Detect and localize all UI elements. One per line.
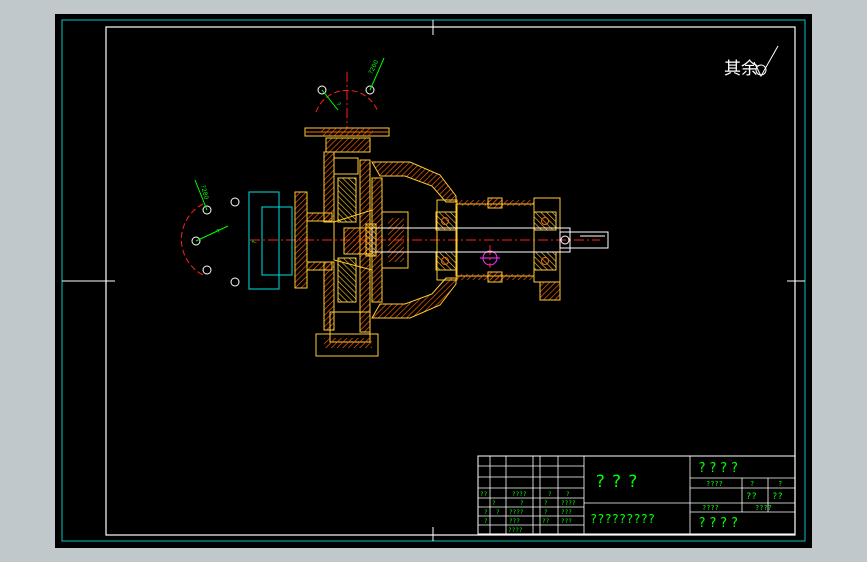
title-block-company: ???? bbox=[698, 461, 741, 476]
svg-text:????: ???? bbox=[512, 491, 527, 498]
svg-text:????: ???? bbox=[509, 509, 524, 516]
title-block-drawing-no: ????????? bbox=[590, 512, 655, 526]
title-block-mid-2: ? bbox=[750, 480, 754, 488]
svg-text:??: ?? bbox=[542, 518, 550, 525]
title-block-small-4: ???? bbox=[755, 504, 772, 512]
svg-text:????: ???? bbox=[508, 527, 523, 534]
svg-text:?: ? bbox=[566, 491, 570, 498]
roughness-text: 其余 bbox=[724, 59, 758, 79]
pump-assembly-drawing: 其余 ?200 ? ?280 ? ? ??? ???? ????????? ??… bbox=[55, 14, 812, 548]
title-block-scale: ???? bbox=[698, 516, 741, 531]
svg-text:?: ? bbox=[520, 500, 524, 507]
svg-text:????: ???? bbox=[561, 500, 576, 507]
svg-text:?: ? bbox=[484, 518, 488, 525]
title-block-small-1: ?? bbox=[746, 492, 757, 502]
title-block-mid-3: ? bbox=[778, 480, 782, 488]
svg-text:?: ? bbox=[492, 500, 496, 507]
svg-text:?: ? bbox=[544, 500, 548, 507]
title-block-small-3: ???? bbox=[702, 504, 719, 512]
svg-text:?: ? bbox=[484, 509, 488, 516]
svg-text:???: ??? bbox=[561, 509, 572, 516]
title-block-title: ??? bbox=[595, 472, 644, 492]
cad-viewport[interactable]: 其余 ?200 ? ?280 ? ? ??? ???? ????????? ??… bbox=[0, 0, 867, 562]
title-block-small-2: ?? bbox=[772, 492, 783, 502]
title-block-mid-1: ???? bbox=[706, 480, 723, 488]
svg-text:??: ?? bbox=[480, 491, 488, 498]
svg-text:???: ??? bbox=[561, 518, 572, 525]
svg-text:?: ? bbox=[548, 491, 552, 498]
svg-text:?: ? bbox=[544, 509, 548, 516]
svg-text:???: ??? bbox=[509, 518, 520, 525]
svg-text:?: ? bbox=[496, 509, 500, 516]
